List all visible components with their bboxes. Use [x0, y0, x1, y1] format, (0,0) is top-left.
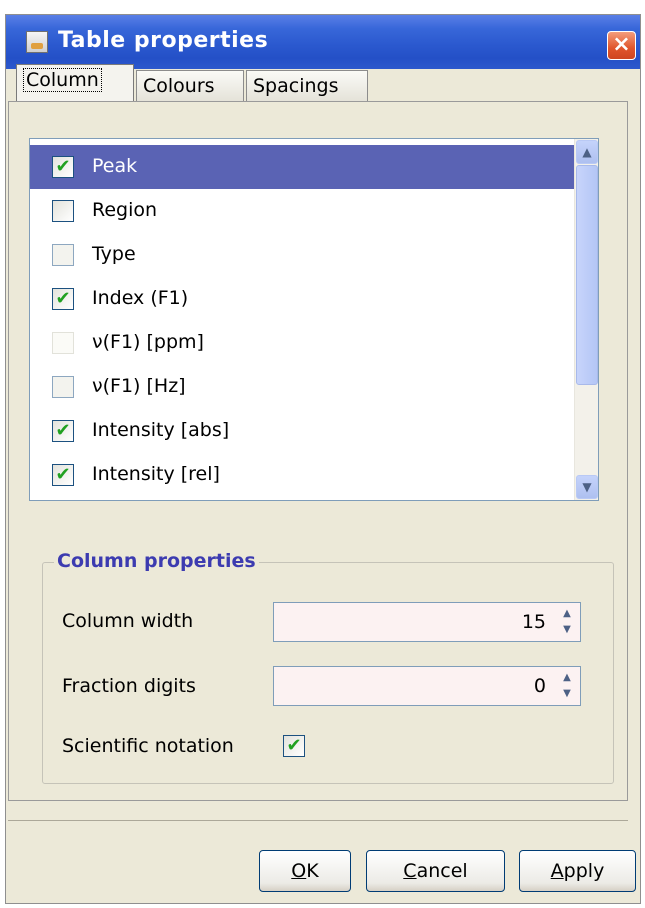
scroll-down-icon[interactable]: ▼ — [576, 475, 598, 499]
fraction-digits-label: Fraction digits — [62, 675, 196, 697]
index-f1-checkbox[interactable]: ✔ — [52, 288, 74, 310]
columns-list[interactable]: ✔ Peak Region Type ✔ Index (F1) ν(F1) [p… — [29, 138, 599, 501]
tab-colours-label: Colours — [143, 75, 215, 97]
fraction-digits-spinner[interactable]: 0 ▲ ▼ — [273, 666, 581, 706]
cancel-label-rest: ancel — [416, 860, 468, 882]
list-item-nu-f1-hz[interactable]: ν(F1) [Hz] — [30, 365, 576, 409]
list-item-label: Intensity [abs] — [92, 419, 230, 441]
apply-button[interactable]: Apply — [519, 850, 636, 892]
ok-label-rest: K — [306, 860, 319, 882]
list-item-label: Peak — [92, 155, 138, 177]
spin-down-icon[interactable]: ▼ — [556, 622, 578, 637]
fraction-digits-value[interactable]: 0 — [534, 675, 546, 697]
scrollbar-thumb[interactable] — [576, 165, 598, 385]
window-title: Table properties — [58, 28, 269, 53]
column-width-value[interactable]: 15 — [522, 611, 546, 633]
nu-f1-ppm-checkbox[interactable] — [52, 332, 74, 354]
spin-down-icon[interactable]: ▼ — [556, 686, 578, 701]
nu-f1-hz-checkbox[interactable] — [52, 376, 74, 398]
list-item-region[interactable]: Region — [30, 189, 576, 233]
apply-label-rest: pply — [563, 860, 605, 882]
title-bar[interactable]: Table properties × — [6, 15, 640, 69]
spin-up-icon[interactable]: ▲ — [556, 670, 578, 685]
list-item-label: Index (F1) — [92, 287, 189, 309]
java-app-icon — [26, 31, 48, 53]
list-item-label: Type — [92, 243, 136, 265]
list-item-index-f1[interactable]: ✔ Index (F1) — [30, 277, 576, 321]
scroll-up-icon[interactable]: ▲ — [576, 140, 598, 164]
cancel-mnemonic: C — [403, 860, 417, 882]
tab-spacings-label: Spacings — [253, 75, 339, 97]
list-item-intensity-rel[interactable]: ✔ Intensity [rel] — [30, 453, 576, 497]
list-scrollbar[interactable]: ▲ ▼ — [574, 139, 598, 500]
list-item-label: ν(F1) [Hz] — [92, 375, 186, 397]
list-item-intensity-abs[interactable]: ✔ Intensity [abs] — [30, 409, 576, 453]
ok-button[interactable]: OK — [259, 850, 351, 892]
region-checkbox[interactable] — [52, 200, 74, 222]
button-divider — [8, 820, 628, 821]
scientific-notation-checkbox[interactable]: ✔ — [283, 735, 305, 757]
type-checkbox[interactable] — [52, 244, 74, 266]
column-properties-title: Column properties — [54, 550, 259, 572]
peak-checkbox[interactable]: ✔ — [52, 156, 74, 178]
cancel-button[interactable]: Cancel — [366, 850, 505, 892]
tab-spacings[interactable]: Spacings — [246, 70, 368, 102]
ok-mnemonic: O — [291, 860, 307, 882]
close-button[interactable]: × — [607, 31, 636, 60]
tab-column[interactable]: Column — [16, 64, 134, 102]
list-item-label: Intensity [rel] — [92, 463, 220, 485]
tab-colours[interactable]: Colours — [136, 70, 244, 102]
scientific-notation-label: Scientific notation — [62, 735, 234, 757]
list-item-label: Region — [92, 199, 158, 221]
column-width-spinner[interactable]: 15 ▲ ▼ — [273, 602, 581, 642]
column-width-spin-buttons[interactable]: ▲ ▼ — [556, 606, 578, 638]
list-item-type[interactable]: Type — [30, 233, 576, 277]
tab-column-label: Column — [23, 68, 102, 92]
list-item-label: ν(F1) [ppm] — [92, 331, 204, 353]
intensity-abs-checkbox[interactable]: ✔ — [52, 420, 74, 442]
fraction-digits-spin-buttons[interactable]: ▲ ▼ — [556, 670, 578, 702]
intensity-rel-checkbox[interactable]: ✔ — [52, 464, 74, 486]
column-width-label: Column width — [62, 610, 194, 632]
spin-up-icon[interactable]: ▲ — [556, 606, 578, 621]
list-item-peak[interactable]: ✔ Peak — [30, 145, 576, 189]
apply-mnemonic: A — [550, 860, 564, 882]
list-item-nu-f1-ppm[interactable]: ν(F1) [ppm] — [30, 321, 576, 365]
